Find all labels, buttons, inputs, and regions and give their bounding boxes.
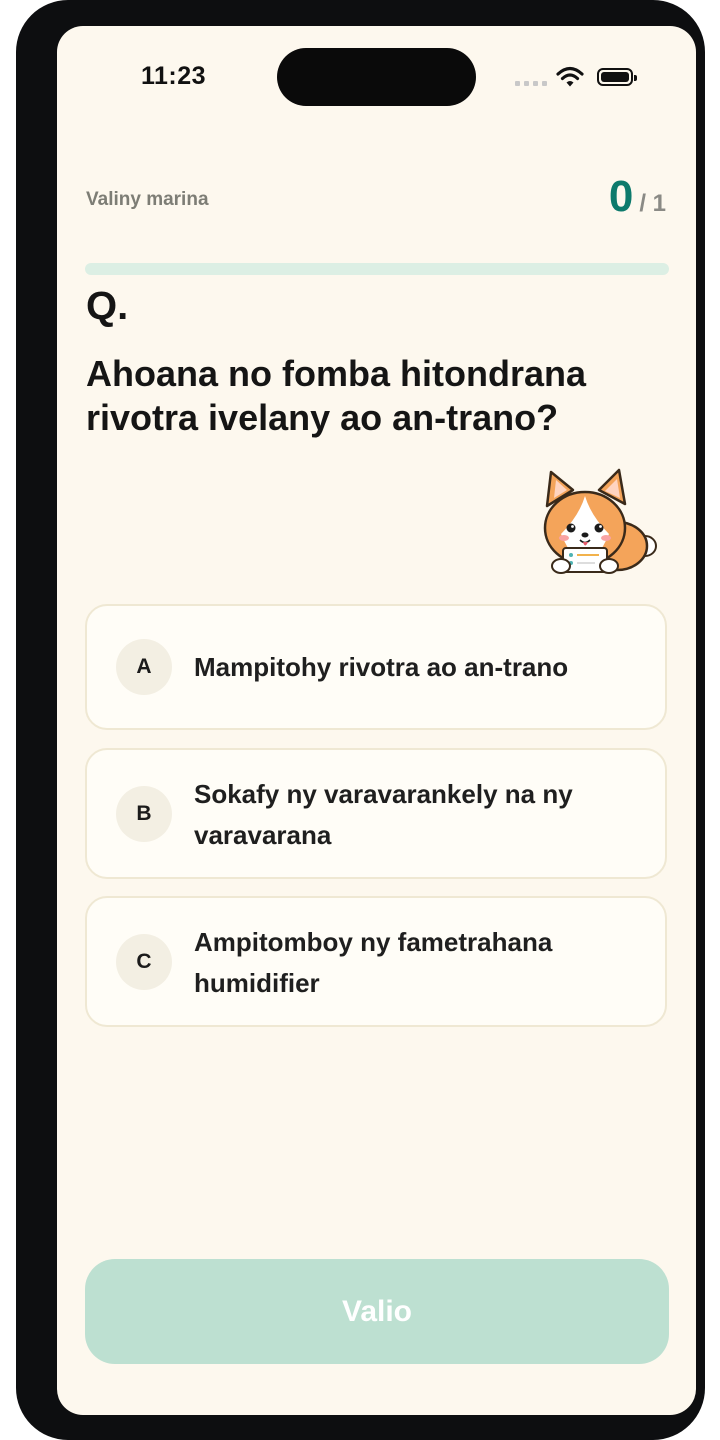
progress-bar xyxy=(85,263,669,275)
corgi-mascot-icon xyxy=(543,468,657,574)
signal-icon xyxy=(515,81,547,87)
answer-option-c[interactable]: C Ampitomboy ny fametrahana humidifier xyxy=(85,896,667,1027)
question-marker: Q. xyxy=(86,284,129,328)
option-letter: A xyxy=(116,639,172,695)
option-text: Sokafy ny varavarankely na ny varavarana xyxy=(194,779,573,850)
score-current: 0 xyxy=(608,172,634,221)
answer-option-b[interactable]: B Sokafy ny varavarankely na ny varavara… xyxy=(85,748,667,879)
answer-option-a[interactable]: A Mampitohy rivotra ao an-trano xyxy=(85,604,667,730)
score-total: / 1 xyxy=(639,190,666,217)
dynamic-island xyxy=(277,48,476,106)
status-time: 11:23 xyxy=(141,62,207,90)
battery-icon xyxy=(597,68,637,86)
score-counter: 0 / 1 xyxy=(609,172,666,222)
question-text: Ahoana no fomba hitondrana rivotra ivela… xyxy=(86,353,586,438)
option-letter: C xyxy=(116,934,172,990)
option-letter: B xyxy=(116,786,172,842)
wifi-icon xyxy=(556,66,584,87)
option-text: Ampitomboy ny fametrahana humidifier xyxy=(194,927,553,998)
app-screen: 11:23 Valiny marina 0 / 1 Q. Ahoana no f… xyxy=(57,26,696,1415)
option-text: Mampitohy rivotra ao an-trano xyxy=(194,652,569,682)
phone-frame: 11:23 Valiny marina 0 / 1 Q. Ahoana no f… xyxy=(16,0,705,1440)
submit-button[interactable]: Valio xyxy=(85,1259,669,1364)
result-label: Valiny marina xyxy=(86,189,209,210)
